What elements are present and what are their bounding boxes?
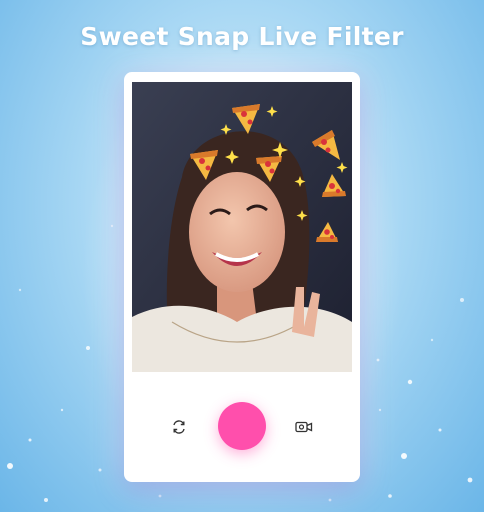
phone-card [124, 72, 360, 482]
video-camera-icon [295, 421, 313, 433]
camera-preview-image [132, 82, 352, 372]
refresh-icon [173, 420, 185, 434]
camera-controls [124, 372, 360, 482]
video-mode-button[interactable] [293, 416, 315, 438]
switch-camera-button[interactable] [168, 416, 190, 438]
camera-preview [132, 82, 352, 372]
promo-title: Sweet Snap Live Filter [80, 22, 404, 51]
shutter-button[interactable] [218, 402, 266, 450]
